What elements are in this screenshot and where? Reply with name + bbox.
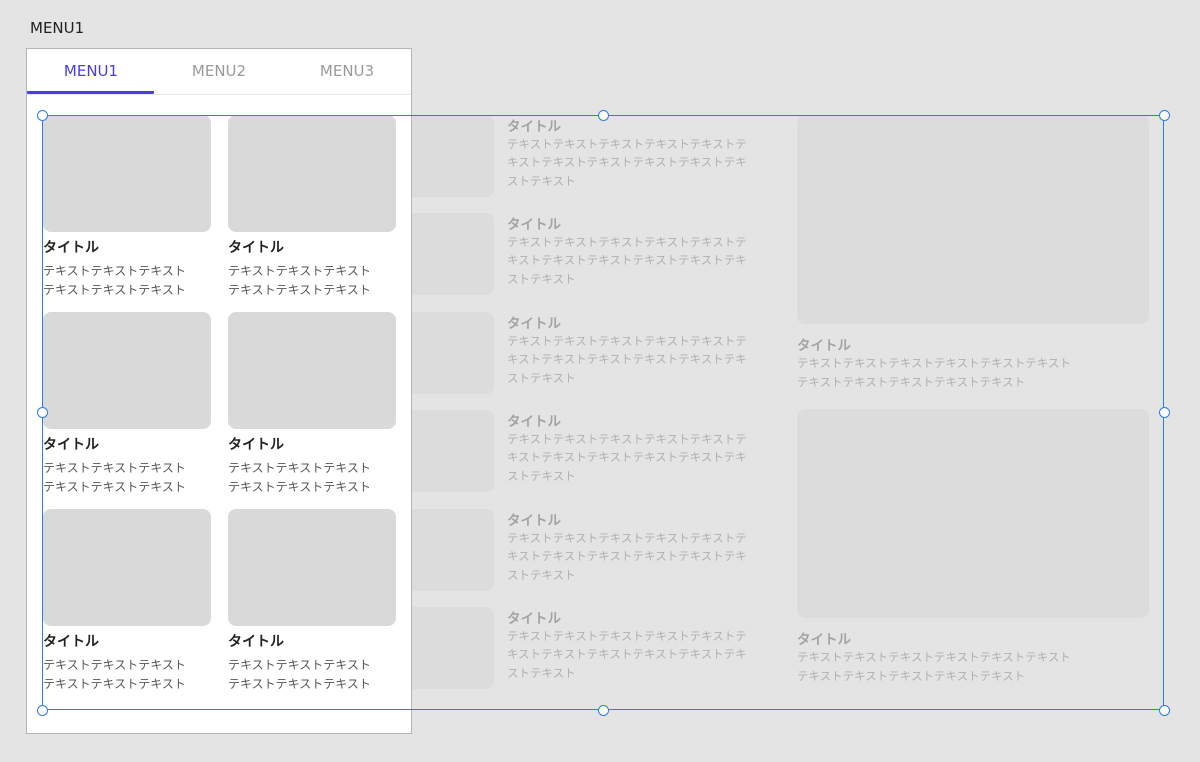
resize-handle-bottom-right[interactable] [1159, 705, 1170, 716]
resize-handle-bottom-left[interactable] [37, 705, 48, 716]
resize-handle-top[interactable] [598, 110, 609, 121]
tab-menu3[interactable]: MENU3 [283, 49, 411, 93]
resize-handle-top-left[interactable] [37, 110, 48, 121]
selection-box[interactable] [42, 115, 1164, 710]
resize-handle-left[interactable] [37, 407, 48, 418]
resize-handle-bottom[interactable] [598, 705, 609, 716]
tab-bar: MENU1 MENU2 MENU3 [27, 49, 411, 95]
active-tab-indicator [27, 91, 154, 94]
artboard-label[interactable]: MENU1 [30, 19, 84, 37]
tab-menu1[interactable]: MENU1 [27, 49, 155, 93]
resize-handle-right[interactable] [1159, 407, 1170, 418]
tab-menu2[interactable]: MENU2 [155, 49, 283, 93]
resize-handle-top-right[interactable] [1159, 110, 1170, 121]
